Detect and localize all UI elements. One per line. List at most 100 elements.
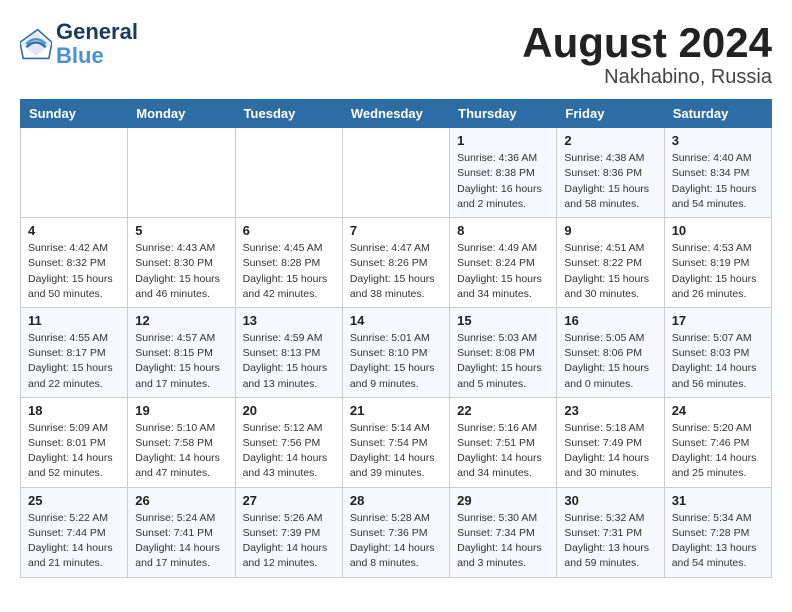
weekday-header-friday: Friday <box>557 100 664 128</box>
calendar-cell: 25 Sunrise: 5:22 AM Sunset: 7:44 PM Dayli… <box>21 487 128 577</box>
day-detail: Sunrise: 4:55 AM Sunset: 8:17 PM Dayligh… <box>28 331 120 392</box>
day-detail: Sunrise: 5:22 AM Sunset: 7:44 PM Dayligh… <box>28 511 120 572</box>
day-detail: Sunrise: 5:09 AM Sunset: 8:01 PM Dayligh… <box>28 421 120 482</box>
day-number: 16 <box>564 313 656 328</box>
calendar-table: SundayMondayTuesdayWednesdayThursdayFrid… <box>20 99 772 577</box>
day-number: 29 <box>457 493 549 508</box>
weekday-header-saturday: Saturday <box>664 100 771 128</box>
calendar-cell: 17Sunrise: 5:07 AM Sunset: 8:03 PM Dayli… <box>664 307 771 397</box>
day-detail: Sunrise: 5:03 AM Sunset: 8:08 PM Dayligh… <box>457 331 549 392</box>
day-detail: Sunrise: 4:36 AM Sunset: 8:38 PM Dayligh… <box>457 151 549 212</box>
calendar-cell <box>128 128 235 218</box>
calendar-week-row: 1 Sunrise: 4:36 AM Sunset: 8:38 PM Daylig… <box>21 128 772 218</box>
calendar-cell: 29 Sunrise: 5:30 AM Sunset: 7:34 PM Dayli… <box>450 487 557 577</box>
day-number: 13 <box>243 313 335 328</box>
calendar-week-row: 4Sunrise: 4:42 AM Sunset: 8:32 PM Daylig… <box>21 218 772 308</box>
calendar-cell: 13Sunrise: 4:59 AM Sunset: 8:13 PM Dayli… <box>235 307 342 397</box>
day-number: 4 <box>28 223 120 238</box>
calendar-cell: 26Sunrise: 5:24 AM Sunset: 7:41 PM Dayli… <box>128 487 235 577</box>
day-detail: Sunrise: 5:16 AM Sunset: 7:51 PM Dayligh… <box>457 421 549 482</box>
calendar-cell: 2 Sunrise: 4:38 AM Sunset: 8:36 PM Daylig… <box>557 128 664 218</box>
calendar-cell: 6 Sunrise: 4:45 AM Sunset: 8:28 PM Daylig… <box>235 218 342 308</box>
day-number: 6 <box>243 223 335 238</box>
day-number: 3 <box>672 133 764 148</box>
day-detail: Sunrise: 5:01 AM Sunset: 8:10 PM Dayligh… <box>350 331 442 392</box>
day-detail: Sunrise: 4:43 AM Sunset: 8:30 PM Dayligh… <box>135 241 227 302</box>
day-number: 12 <box>135 313 227 328</box>
calendar-cell: 8Sunrise: 4:49 AM Sunset: 8:24 PM Daylig… <box>450 218 557 308</box>
calendar-cell: 10 Sunrise: 4:53 AM Sunset: 8:19 PM Dayli… <box>664 218 771 308</box>
day-number: 15 <box>457 313 549 328</box>
day-detail: Sunrise: 4:57 AM Sunset: 8:15 PM Dayligh… <box>135 331 227 392</box>
calendar-cell <box>342 128 449 218</box>
day-detail: Sunrise: 5:32 AM Sunset: 7:31 PM Dayligh… <box>564 511 656 572</box>
calendar-cell: 19 Sunrise: 5:10 AM Sunset: 7:58 PM Dayli… <box>128 397 235 487</box>
day-detail: Sunrise: 5:30 AM Sunset: 7:34 PM Dayligh… <box>457 511 549 572</box>
weekday-header-monday: Monday <box>128 100 235 128</box>
day-number: 9 <box>564 223 656 238</box>
calendar-cell: 7 Sunrise: 4:47 AM Sunset: 8:26 PM Daylig… <box>342 218 449 308</box>
weekday-header-thursday: Thursday <box>450 100 557 128</box>
day-number: 22 <box>457 403 549 418</box>
weekday-header-tuesday: Tuesday <box>235 100 342 128</box>
calendar-cell: 15 Sunrise: 5:03 AM Sunset: 8:08 PM Dayli… <box>450 307 557 397</box>
day-detail: Sunrise: 5:34 AM Sunset: 7:28 PM Dayligh… <box>672 511 764 572</box>
day-number: 21 <box>350 403 442 418</box>
day-number: 20 <box>243 403 335 418</box>
day-detail: Sunrise: 5:14 AM Sunset: 7:54 PM Dayligh… <box>350 421 442 482</box>
calendar-cell: 1 Sunrise: 4:36 AM Sunset: 8:38 PM Daylig… <box>450 128 557 218</box>
day-detail: Sunrise: 5:18 AM Sunset: 7:49 PM Dayligh… <box>564 421 656 482</box>
day-detail: Sunrise: 4:45 AM Sunset: 8:28 PM Dayligh… <box>243 241 335 302</box>
calendar-cell: 21 Sunrise: 5:14 AM Sunset: 7:54 PM Dayli… <box>342 397 449 487</box>
day-number: 25 <box>28 493 120 508</box>
calendar-cell: 28Sunrise: 5:28 AM Sunset: 7:36 PM Dayli… <box>342 487 449 577</box>
calendar-cell: 12 Sunrise: 4:57 AM Sunset: 8:15 PM Dayli… <box>128 307 235 397</box>
calendar-week-row: 25 Sunrise: 5:22 AM Sunset: 7:44 PM Dayli… <box>21 487 772 577</box>
calendar-week-row: 11 Sunrise: 4:55 AM Sunset: 8:17 PM Dayli… <box>21 307 772 397</box>
calendar-cell: 20 Sunrise: 5:12 AM Sunset: 7:56 PM Dayli… <box>235 397 342 487</box>
day-detail: Sunrise: 4:51 AM Sunset: 8:22 PM Dayligh… <box>564 241 656 302</box>
location-title: Nakhabino, Russia <box>522 66 772 89</box>
day-detail: Sunrise: 4:47 AM Sunset: 8:26 PM Dayligh… <box>350 241 442 302</box>
day-number: 8 <box>457 223 549 238</box>
day-detail: Sunrise: 4:38 AM Sunset: 8:36 PM Dayligh… <box>564 151 656 212</box>
title-block: August 2024 Nakhabino, Russia <box>522 20 772 89</box>
calendar-cell: 18Sunrise: 5:09 AM Sunset: 8:01 PM Dayli… <box>21 397 128 487</box>
day-number: 31 <box>672 493 764 508</box>
weekday-header-wednesday: Wednesday <box>342 100 449 128</box>
day-detail: Sunrise: 4:53 AM Sunset: 8:19 PM Dayligh… <box>672 241 764 302</box>
logo-text: GeneralBlue <box>56 20 138 68</box>
day-number: 7 <box>350 223 442 238</box>
weekday-header-row: SundayMondayTuesdayWednesdayThursdayFrid… <box>21 100 772 128</box>
calendar-cell: 5Sunrise: 4:43 AM Sunset: 8:30 PM Daylig… <box>128 218 235 308</box>
day-number: 11 <box>28 313 120 328</box>
calendar-cell: 27Sunrise: 5:26 AM Sunset: 7:39 PM Dayli… <box>235 487 342 577</box>
logo: GeneralBlue <box>20 20 138 68</box>
day-number: 24 <box>672 403 764 418</box>
logo-icon <box>20 28 52 60</box>
day-detail: Sunrise: 5:24 AM Sunset: 7:41 PM Dayligh… <box>135 511 227 572</box>
day-detail: Sunrise: 4:40 AM Sunset: 8:34 PM Dayligh… <box>672 151 764 212</box>
day-number: 1 <box>457 133 549 148</box>
calendar-cell: 30 Sunrise: 5:32 AM Sunset: 7:31 PM Dayli… <box>557 487 664 577</box>
day-number: 19 <box>135 403 227 418</box>
day-number: 2 <box>564 133 656 148</box>
day-number: 10 <box>672 223 764 238</box>
day-number: 17 <box>672 313 764 328</box>
day-detail: Sunrise: 5:20 AM Sunset: 7:46 PM Dayligh… <box>672 421 764 482</box>
calendar-week-row: 18Sunrise: 5:09 AM Sunset: 8:01 PM Dayli… <box>21 397 772 487</box>
day-detail: Sunrise: 5:05 AM Sunset: 8:06 PM Dayligh… <box>564 331 656 392</box>
day-number: 27 <box>243 493 335 508</box>
calendar-cell: 4Sunrise: 4:42 AM Sunset: 8:32 PM Daylig… <box>21 218 128 308</box>
weekday-header-sunday: Sunday <box>21 100 128 128</box>
day-number: 28 <box>350 493 442 508</box>
calendar-cell: 24 Sunrise: 5:20 AM Sunset: 7:46 PM Dayli… <box>664 397 771 487</box>
page-header: GeneralBlue August 2024 Nakhabino, Russi… <box>20 20 772 89</box>
day-number: 23 <box>564 403 656 418</box>
day-number: 30 <box>564 493 656 508</box>
calendar-cell: 11 Sunrise: 4:55 AM Sunset: 8:17 PM Dayli… <box>21 307 128 397</box>
day-detail: Sunrise: 5:10 AM Sunset: 7:58 PM Dayligh… <box>135 421 227 482</box>
day-detail: Sunrise: 5:12 AM Sunset: 7:56 PM Dayligh… <box>243 421 335 482</box>
calendar-cell: 23 Sunrise: 5:18 AM Sunset: 7:49 PM Dayli… <box>557 397 664 487</box>
calendar-cell <box>235 128 342 218</box>
